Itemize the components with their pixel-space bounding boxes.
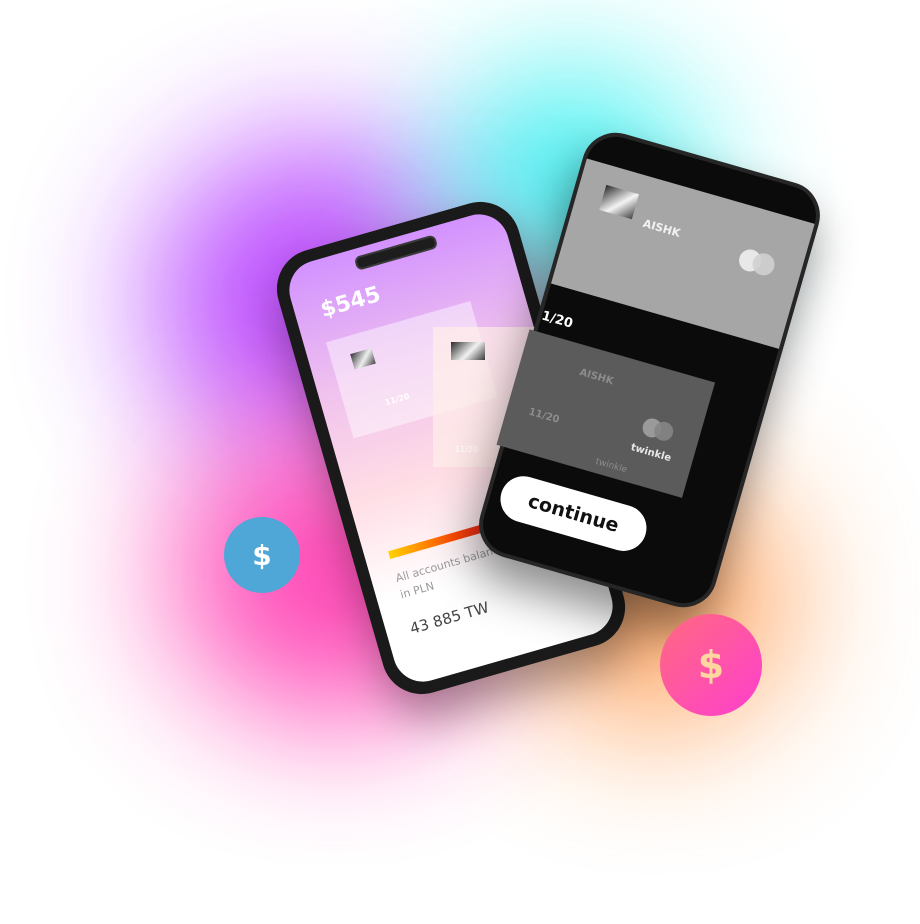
card-chip-icon — [451, 342, 485, 360]
card-chip-icon — [350, 348, 376, 370]
card-network-logo-icon — [642, 418, 674, 441]
continue-button[interactable]: continue — [495, 470, 652, 557]
dollar-coin-icon: $ — [660, 614, 762, 716]
dollar-symbol: $ — [697, 643, 725, 687]
card-chip-icon — [599, 184, 640, 220]
card-expiry: 11/20 — [527, 406, 561, 426]
payment-card-top[interactable]: AISHK — [551, 158, 815, 349]
card-wordmark: twinkle — [629, 442, 673, 465]
card-expiry: 11/20 — [455, 445, 479, 454]
dollar-symbol: $ — [252, 538, 272, 572]
payment-card-bottom[interactable]: AISHK 11/20 twinkle twinkle — [496, 329, 716, 498]
balance-amount: $545 — [317, 282, 384, 323]
card-brand: AISHK — [641, 216, 682, 240]
dollar-coin-icon: $ — [224, 517, 300, 593]
card-signature: twinkle — [594, 456, 629, 476]
phone-notch — [353, 234, 439, 271]
card-brand: AISHK — [578, 367, 615, 388]
card-network-logo-icon — [739, 249, 775, 276]
card-expiry: 11/20 — [383, 391, 411, 408]
card-index: 1/20 — [539, 308, 575, 332]
accounts-total: 43 885 TW — [407, 598, 491, 638]
